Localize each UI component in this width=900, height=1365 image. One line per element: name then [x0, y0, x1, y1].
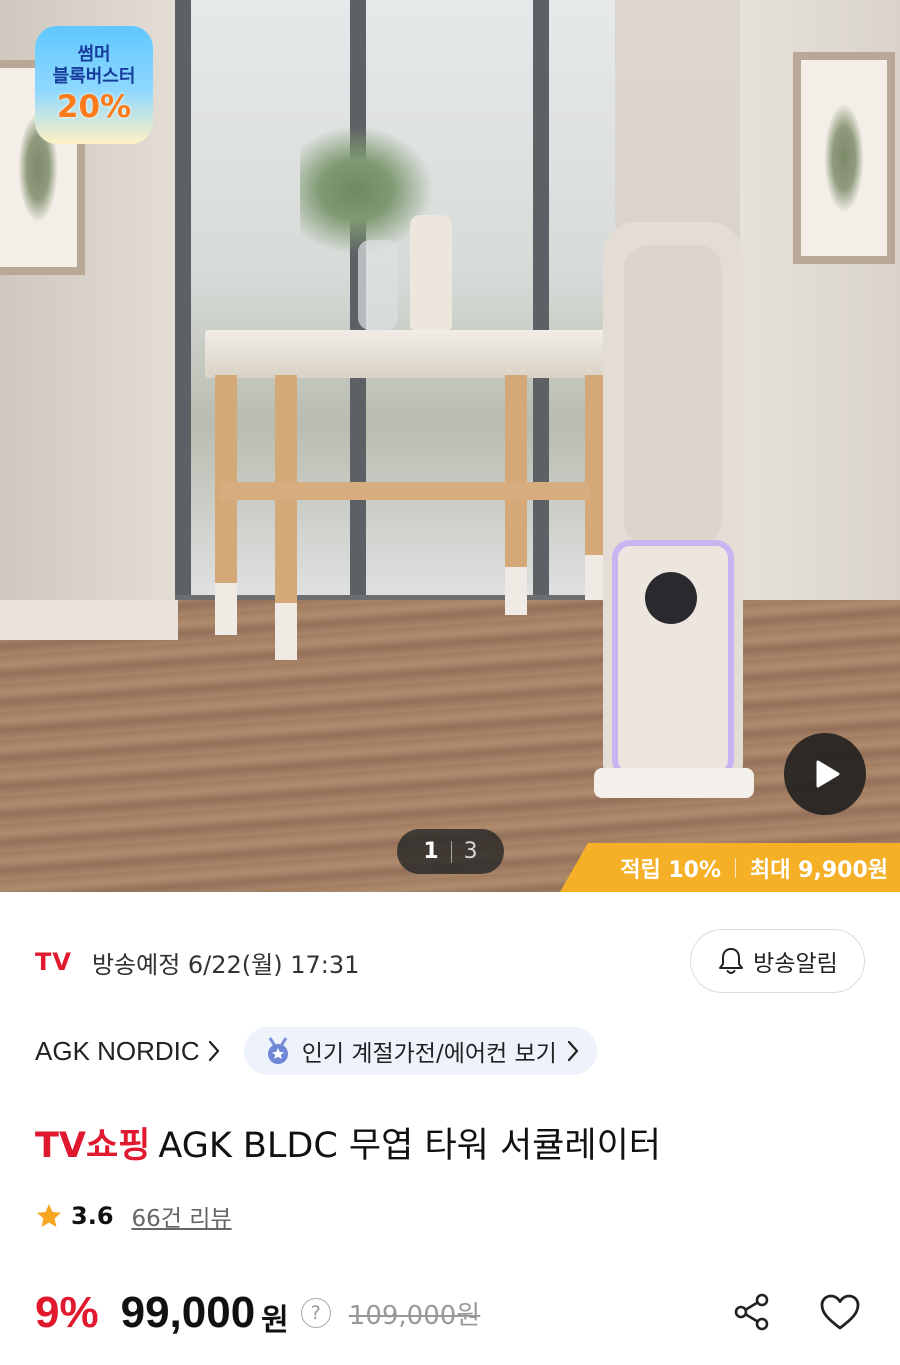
promo-badge: 썸머 블록버스터 20% [35, 26, 153, 144]
ceramic-vase [410, 215, 452, 330]
table-leg [275, 375, 297, 660]
window-frame [175, 0, 191, 605]
pager-divider [450, 840, 452, 863]
brand-link[interactable]: AGK NORDIC [35, 1036, 220, 1067]
product-title: TV쇼핑 AGK BLDC 무엽 타워 서큘레이터 [35, 1117, 661, 1168]
pager-current: 1 [423, 839, 439, 864]
points-divider [735, 857, 737, 878]
sale-price: 99,000 [120, 1288, 256, 1337]
price-help-icon[interactable]: ? [300, 1298, 331, 1328]
review-count-link[interactable]: 66건 리뷰 [132, 1199, 232, 1233]
title-prefix: TV쇼핑 [35, 1126, 151, 1166]
share-icon[interactable] [731, 1291, 773, 1333]
badge-percent: 20% [56, 89, 132, 125]
category-chip[interactable]: 인기 계절가전/에어컨 보기 [243, 1027, 597, 1075]
alarm-label: 방송알림 [753, 951, 838, 977]
rating-value: 3.6 [71, 1202, 114, 1230]
points-rate: 적립 10% [620, 857, 722, 883]
tower-fan-display [645, 572, 697, 624]
broadcast-time: 방송예정 6/22(월) 17:31 [91, 950, 360, 979]
chevron-right-icon [208, 1040, 219, 1062]
product-image-carousel[interactable]: 썸머 블록버스터 20% 1 3 적립 10% 최대 9,900원 [0, 0, 900, 892]
original-price: 109,000원 [348, 1300, 481, 1331]
brand-name: AGK NORDIC [35, 1035, 200, 1066]
window-frame [533, 0, 549, 605]
discount-rate: 9% [35, 1288, 99, 1337]
category-chip-label: 인기 계절가전/에어컨 보기 [301, 1041, 557, 1067]
points-max: 최대 9,900원 [750, 857, 888, 883]
tower-fan-base [594, 768, 754, 798]
tv-logo: TV [35, 948, 72, 976]
baseboard [0, 600, 178, 640]
table-shelf-bar [220, 482, 590, 500]
image-pager: 1 3 [397, 829, 504, 874]
price-row: 9% 99,000 원 ? 109,000원 [35, 1285, 480, 1341]
badge-line1: 썸머 [77, 44, 111, 65]
chevron-right-icon [567, 1040, 578, 1062]
broadcast-alarm-button[interactable]: 방송알림 [690, 929, 865, 993]
table-leg [215, 375, 237, 635]
tower-fan-opening [624, 245, 722, 545]
rating-row: 3.6 66건 리뷰 [35, 1198, 232, 1234]
title-text: AGK BLDC 무엽 타워 서큘레이터 [158, 1126, 661, 1166]
glass-vase [358, 240, 398, 330]
heart-icon[interactable] [818, 1291, 862, 1333]
play-icon [816, 760, 840, 788]
broadcast-schedule: TV 방송예정 6/22(월) 17:31 [35, 942, 359, 982]
points-ribbon: 적립 10% 최대 9,900원 [560, 843, 900, 892]
console-table [205, 330, 610, 378]
badge-line2: 블록버스터 [52, 66, 136, 87]
star-icon [37, 1204, 61, 1227]
brand-row: AGK NORDIC 인기 계절가전/에어컨 보기 [35, 1027, 597, 1075]
play-video-button[interactable] [784, 733, 866, 815]
medal-icon [267, 1037, 288, 1064]
bell-icon [719, 948, 744, 974]
wall-picture [793, 52, 895, 264]
currency-label: 원 [261, 1303, 289, 1338]
pager-total: 3 [463, 839, 478, 864]
